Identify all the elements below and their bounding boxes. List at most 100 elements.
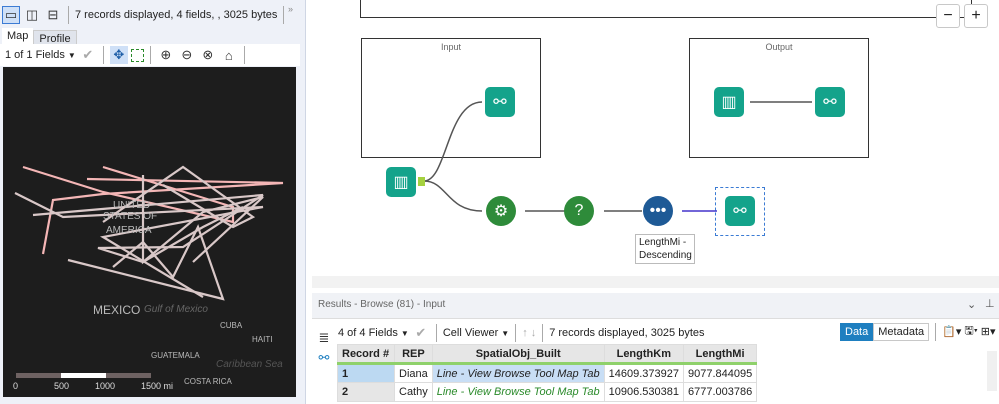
add-icon[interactable]: ⊞▾: [981, 325, 996, 338]
binoculars-icon: ⚯: [823, 94, 837, 111]
single-layout-icon[interactable]: ▭: [2, 6, 20, 24]
workflow-canvas[interactable]: Input Output ⚯ ▥ ⚙ ? ••• LengthMi - Desc…: [312, 0, 999, 288]
data-button[interactable]: Data: [840, 322, 874, 341]
pan-icon[interactable]: ✥: [109, 46, 128, 64]
input-data-tool-output[interactable]: ▥: [714, 87, 744, 117]
browse-tool-output[interactable]: ⚯: [815, 87, 845, 117]
cell[interactable]: Cathy: [394, 382, 433, 402]
dots-icon: •••: [649, 202, 667, 219]
chevron-down-icon[interactable]: ⌄: [967, 298, 976, 311]
status-text: 7 records displayed, 3025 bytes: [549, 327, 705, 339]
split-vertical-icon[interactable]: ◫: [23, 6, 41, 24]
divider: [243, 46, 245, 64]
vertical-scrollbar[interactable]: [987, 351, 997, 391]
table-row[interactable]: 1 Diana Line - View Browse Tool Map Tab …: [337, 363, 758, 383]
divider: [542, 324, 544, 342]
map-label-caribbean: Caribbean Sea: [216, 359, 283, 370]
binoculars-icon[interactable]: ⚯: [315, 349, 333, 367]
map-view[interactable]: UNITED STATES OF AMERICA MEXICO Gulf of …: [3, 67, 296, 397]
split-horizontal-icon[interactable]: ⊟: [44, 6, 62, 24]
arrow-up-icon[interactable]: ↑: [522, 327, 528, 339]
home-icon[interactable]: ⌂: [220, 46, 238, 64]
map-label-cuba: CUBA: [220, 321, 243, 330]
chevron-down-icon[interactable]: ▼: [68, 51, 76, 60]
divider: [435, 324, 437, 342]
binoculars-icon: ⚯: [493, 94, 507, 111]
fields-select[interactable]: 4 of 4 Fields: [338, 327, 398, 339]
scale-label: 1500 mi: [141, 381, 173, 391]
cell[interactable]: Diana: [394, 363, 433, 383]
metadata-button[interactable]: Metadata: [873, 322, 930, 341]
zoom-in-icon[interactable]: ⊕: [157, 46, 175, 64]
sort-tool[interactable]: •••: [643, 196, 673, 226]
column-header[interactable]: REP: [394, 344, 433, 365]
map-toolbar: 1 of 1 Fields ▼ ✔ ✥ ⊕ ⊖ ⊗ ⌂: [0, 44, 300, 66]
cell[interactable]: 10906.530381: [603, 382, 684, 402]
browse-tool-input[interactable]: ⚯: [485, 87, 515, 117]
divider: [283, 6, 285, 24]
browse-tool-selected[interactable]: ⚯: [725, 196, 755, 226]
map-label-usa: UNITED: [113, 200, 150, 211]
chevron-down-icon[interactable]: ▼: [401, 329, 409, 338]
database-icon[interactable]: ≣: [315, 329, 333, 347]
table-header: Record # REP SpatialObj_Built LengthKm L…: [337, 344, 758, 365]
record-cell[interactable]: 2: [337, 382, 395, 402]
scale-label: 500: [54, 381, 69, 391]
book-icon: ▥: [393, 174, 409, 191]
cell-viewer-select[interactable]: Cell Viewer: [443, 327, 498, 339]
browse-panel: ▭ ◫ ⊟ 7 records displayed, 4 fields, , 3…: [0, 0, 306, 404]
sort-annotation: LengthMi - Descending: [635, 234, 695, 264]
spatial-tool[interactable]: ⚙: [486, 196, 516, 226]
column-header[interactable]: LengthMi: [682, 344, 758, 365]
divider: [149, 46, 151, 64]
arrow-down-icon[interactable]: ↓: [531, 327, 537, 339]
map-label-usa: AMERICA: [106, 225, 152, 236]
zoom-in-button[interactable]: +: [964, 4, 988, 28]
overflow-icon[interactable]: »: [288, 4, 293, 14]
binoculars-icon: ⚯: [733, 203, 747, 220]
fields-select[interactable]: 1 of 1 Fields: [5, 49, 65, 61]
results-table: Record # REP SpatialObj_Built LengthKm L…: [337, 344, 758, 402]
check-icon[interactable]: ✔: [412, 324, 430, 342]
check-icon[interactable]: ✔: [79, 46, 97, 64]
save-icon[interactable]: 🖫▾: [964, 322, 977, 341]
map-label-guatemala: GUATEMALA: [151, 351, 200, 360]
divider: [515, 324, 517, 342]
map-label-mexico: MEXICO: [93, 303, 140, 317]
results-title: Results - Browse (81) - Input: [312, 293, 999, 319]
chevron-down-icon[interactable]: ▼: [501, 329, 509, 338]
layout-toolbar: ▭ ◫ ⊟ 7 records displayed, 4 fields, , 3…: [2, 6, 287, 24]
select-rectangle-icon[interactable]: [130, 48, 144, 62]
input-data-tool[interactable]: ▥: [386, 167, 416, 197]
zoom-out-button[interactable]: −: [936, 4, 960, 28]
horizontal-scrollbar[interactable]: [312, 276, 999, 288]
pin-icon[interactable]: ⊥: [985, 297, 995, 310]
zoom-out-icon[interactable]: ⊖: [178, 46, 196, 64]
divider: [102, 46, 104, 64]
status-text: 7 records displayed, 4 fields, , 3025 by…: [75, 9, 278, 21]
clipboard-icon[interactable]: 📋▾: [942, 325, 961, 338]
view-toggle: Data Metadata 📋▾ 🖫▾ ⊞▾: [840, 322, 996, 341]
map-svg[interactable]: UNITED STATES OF AMERICA MEXICO Gulf of …: [3, 67, 296, 397]
gear-icon: ⚙: [493, 203, 509, 220]
filter-tool[interactable]: ?: [564, 196, 594, 226]
scale-label: 1000: [95, 381, 115, 391]
cell[interactable]: 9077.844095: [682, 363, 758, 383]
cell[interactable]: 14609.373927: [603, 363, 684, 383]
zoom-selection-icon[interactable]: ⊗: [199, 46, 217, 64]
book-icon: ▥: [721, 94, 737, 111]
map-label-haiti: HAITI: [252, 335, 272, 344]
output-anchor[interactable]: [418, 177, 425, 186]
record-cell[interactable]: 1: [337, 363, 395, 383]
scale-bar: 0 500 1000 1500 mi: [13, 373, 173, 391]
table-row[interactable]: 2 Cathy Line - View Browse Tool Map Tab …: [337, 382, 758, 402]
column-header[interactable]: Record #: [337, 344, 395, 365]
divider: [68, 6, 69, 24]
cell[interactable]: 6777.003786: [682, 382, 758, 402]
results-panel: Results - Browse (81) - Input ⌄ ⊥ ≣ ⚯ 4 …: [312, 293, 999, 404]
column-header[interactable]: SpatialObj_Built: [431, 344, 605, 365]
cell[interactable]: Line - View Browse Tool Map Tab: [431, 363, 605, 383]
cell[interactable]: Line - View Browse Tool Map Tab: [431, 382, 605, 402]
divider: [935, 322, 937, 341]
column-header[interactable]: LengthKm: [603, 344, 684, 365]
